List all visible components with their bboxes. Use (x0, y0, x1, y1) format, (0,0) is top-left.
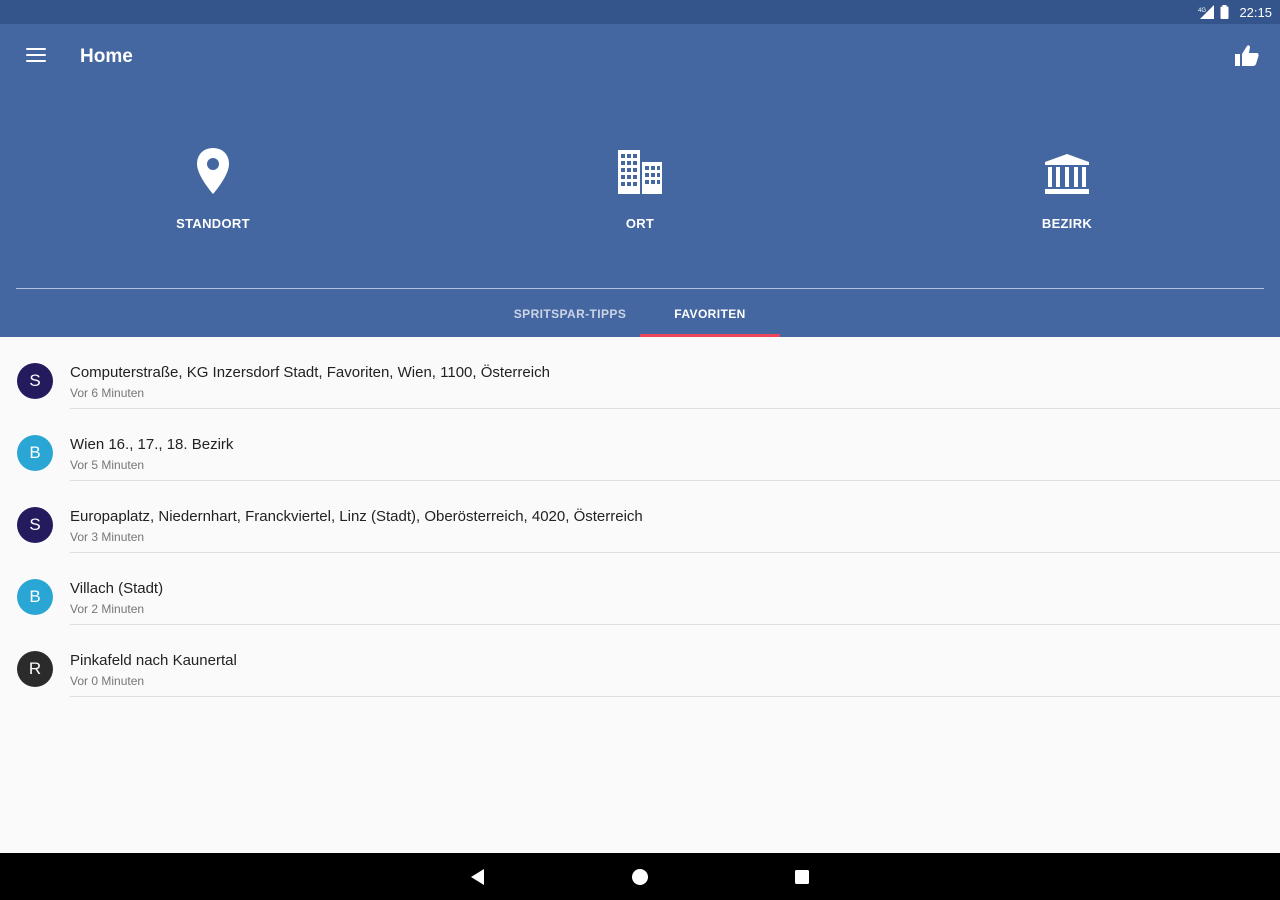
item-title: Computerstraße, KG Inzersdorf Stadt, Fav… (70, 364, 550, 381)
recents-icon[interactable] (772, 853, 832, 900)
svg-text:4G: 4G (1198, 8, 1206, 14)
navigation-bar (0, 853, 1280, 900)
signal-icon: 4G (1198, 5, 1215, 19)
tab-spritspar-tipps[interactable]: SPRITSPAR-TIPPS (497, 290, 643, 337)
avatar: R (17, 651, 53, 687)
item-subtitle: Vor 5 Minuten (70, 458, 145, 472)
hamburger-menu-icon[interactable] (26, 48, 46, 64)
list-item[interactable]: S Computerstraße, KG Inzersdorf Stadt, F… (0, 337, 1280, 409)
standort-button[interactable]: STANDORT (133, 142, 293, 231)
item-title: Wien 16., 17., 18. Bezirk (70, 436, 234, 453)
bezirk-label: BEZIRK (1041, 216, 1093, 231)
list-item[interactable]: B Wien 16., 17., 18. Bezirk Vor 5 Minute… (0, 409, 1280, 481)
buildings-icon (560, 142, 720, 194)
ort-label: ORT (625, 216, 655, 231)
status-bar: 4G 22:15 (0, 0, 1280, 24)
tab-divider (16, 288, 1264, 289)
status-time: 22:15 (1239, 4, 1272, 20)
list-item[interactable]: S Europaplatz, Niedernhart, Franckvierte… (0, 481, 1280, 553)
page-title: Home (80, 46, 133, 67)
favorites-list: S Computerstraße, KG Inzersdorf Stadt, F… (0, 337, 1280, 697)
status-icons: 4G 22:15 (1198, 5, 1272, 20)
list-item[interactable]: R Pinkafeld nach Kaunertal Vor 0 Minuten (0, 625, 1280, 697)
item-subtitle: Vor 2 Minuten (70, 602, 145, 616)
avatar: S (17, 363, 53, 399)
avatar: B (17, 435, 53, 471)
list-item[interactable]: B Villach (Stadt) Vor 2 Minuten (0, 553, 1280, 625)
battery-icon (1220, 5, 1229, 19)
home-icon[interactable] (610, 853, 670, 900)
thumbs-up-icon[interactable] (1234, 44, 1260, 68)
back-icon[interactable] (448, 853, 508, 900)
tab-favoriten[interactable]: FAVORITEN (640, 290, 780, 337)
quick-actions: STANDORT ORT BEZIRK (0, 142, 1280, 242)
tabs: SPRITSPAR-TIPPS FAVORITEN (0, 290, 1280, 337)
item-title: Villach (Stadt) (70, 580, 164, 597)
avatar: S (17, 507, 53, 543)
divider (70, 696, 1280, 697)
institution-icon (987, 142, 1147, 194)
item-title: Europaplatz, Niedernhart, Franckviertel,… (70, 508, 643, 525)
toolbar: Home (0, 24, 1280, 90)
item-title: Pinkafeld nach Kaunertal (70, 652, 237, 669)
standort-label: STANDORT (176, 216, 250, 231)
item-subtitle: Vor 3 Minuten (70, 530, 145, 544)
item-subtitle: Vor 6 Minuten (70, 386, 145, 400)
location-pin-icon (133, 142, 293, 194)
item-subtitle: Vor 0 Minuten (70, 674, 145, 688)
avatar: B (17, 579, 53, 615)
ort-button[interactable]: ORT (560, 142, 720, 231)
bezirk-button[interactable]: BEZIRK (987, 142, 1147, 231)
app-bar: Home STANDORT ORT BEZIRK SPRITSPAR-TIPPS… (0, 24, 1280, 337)
